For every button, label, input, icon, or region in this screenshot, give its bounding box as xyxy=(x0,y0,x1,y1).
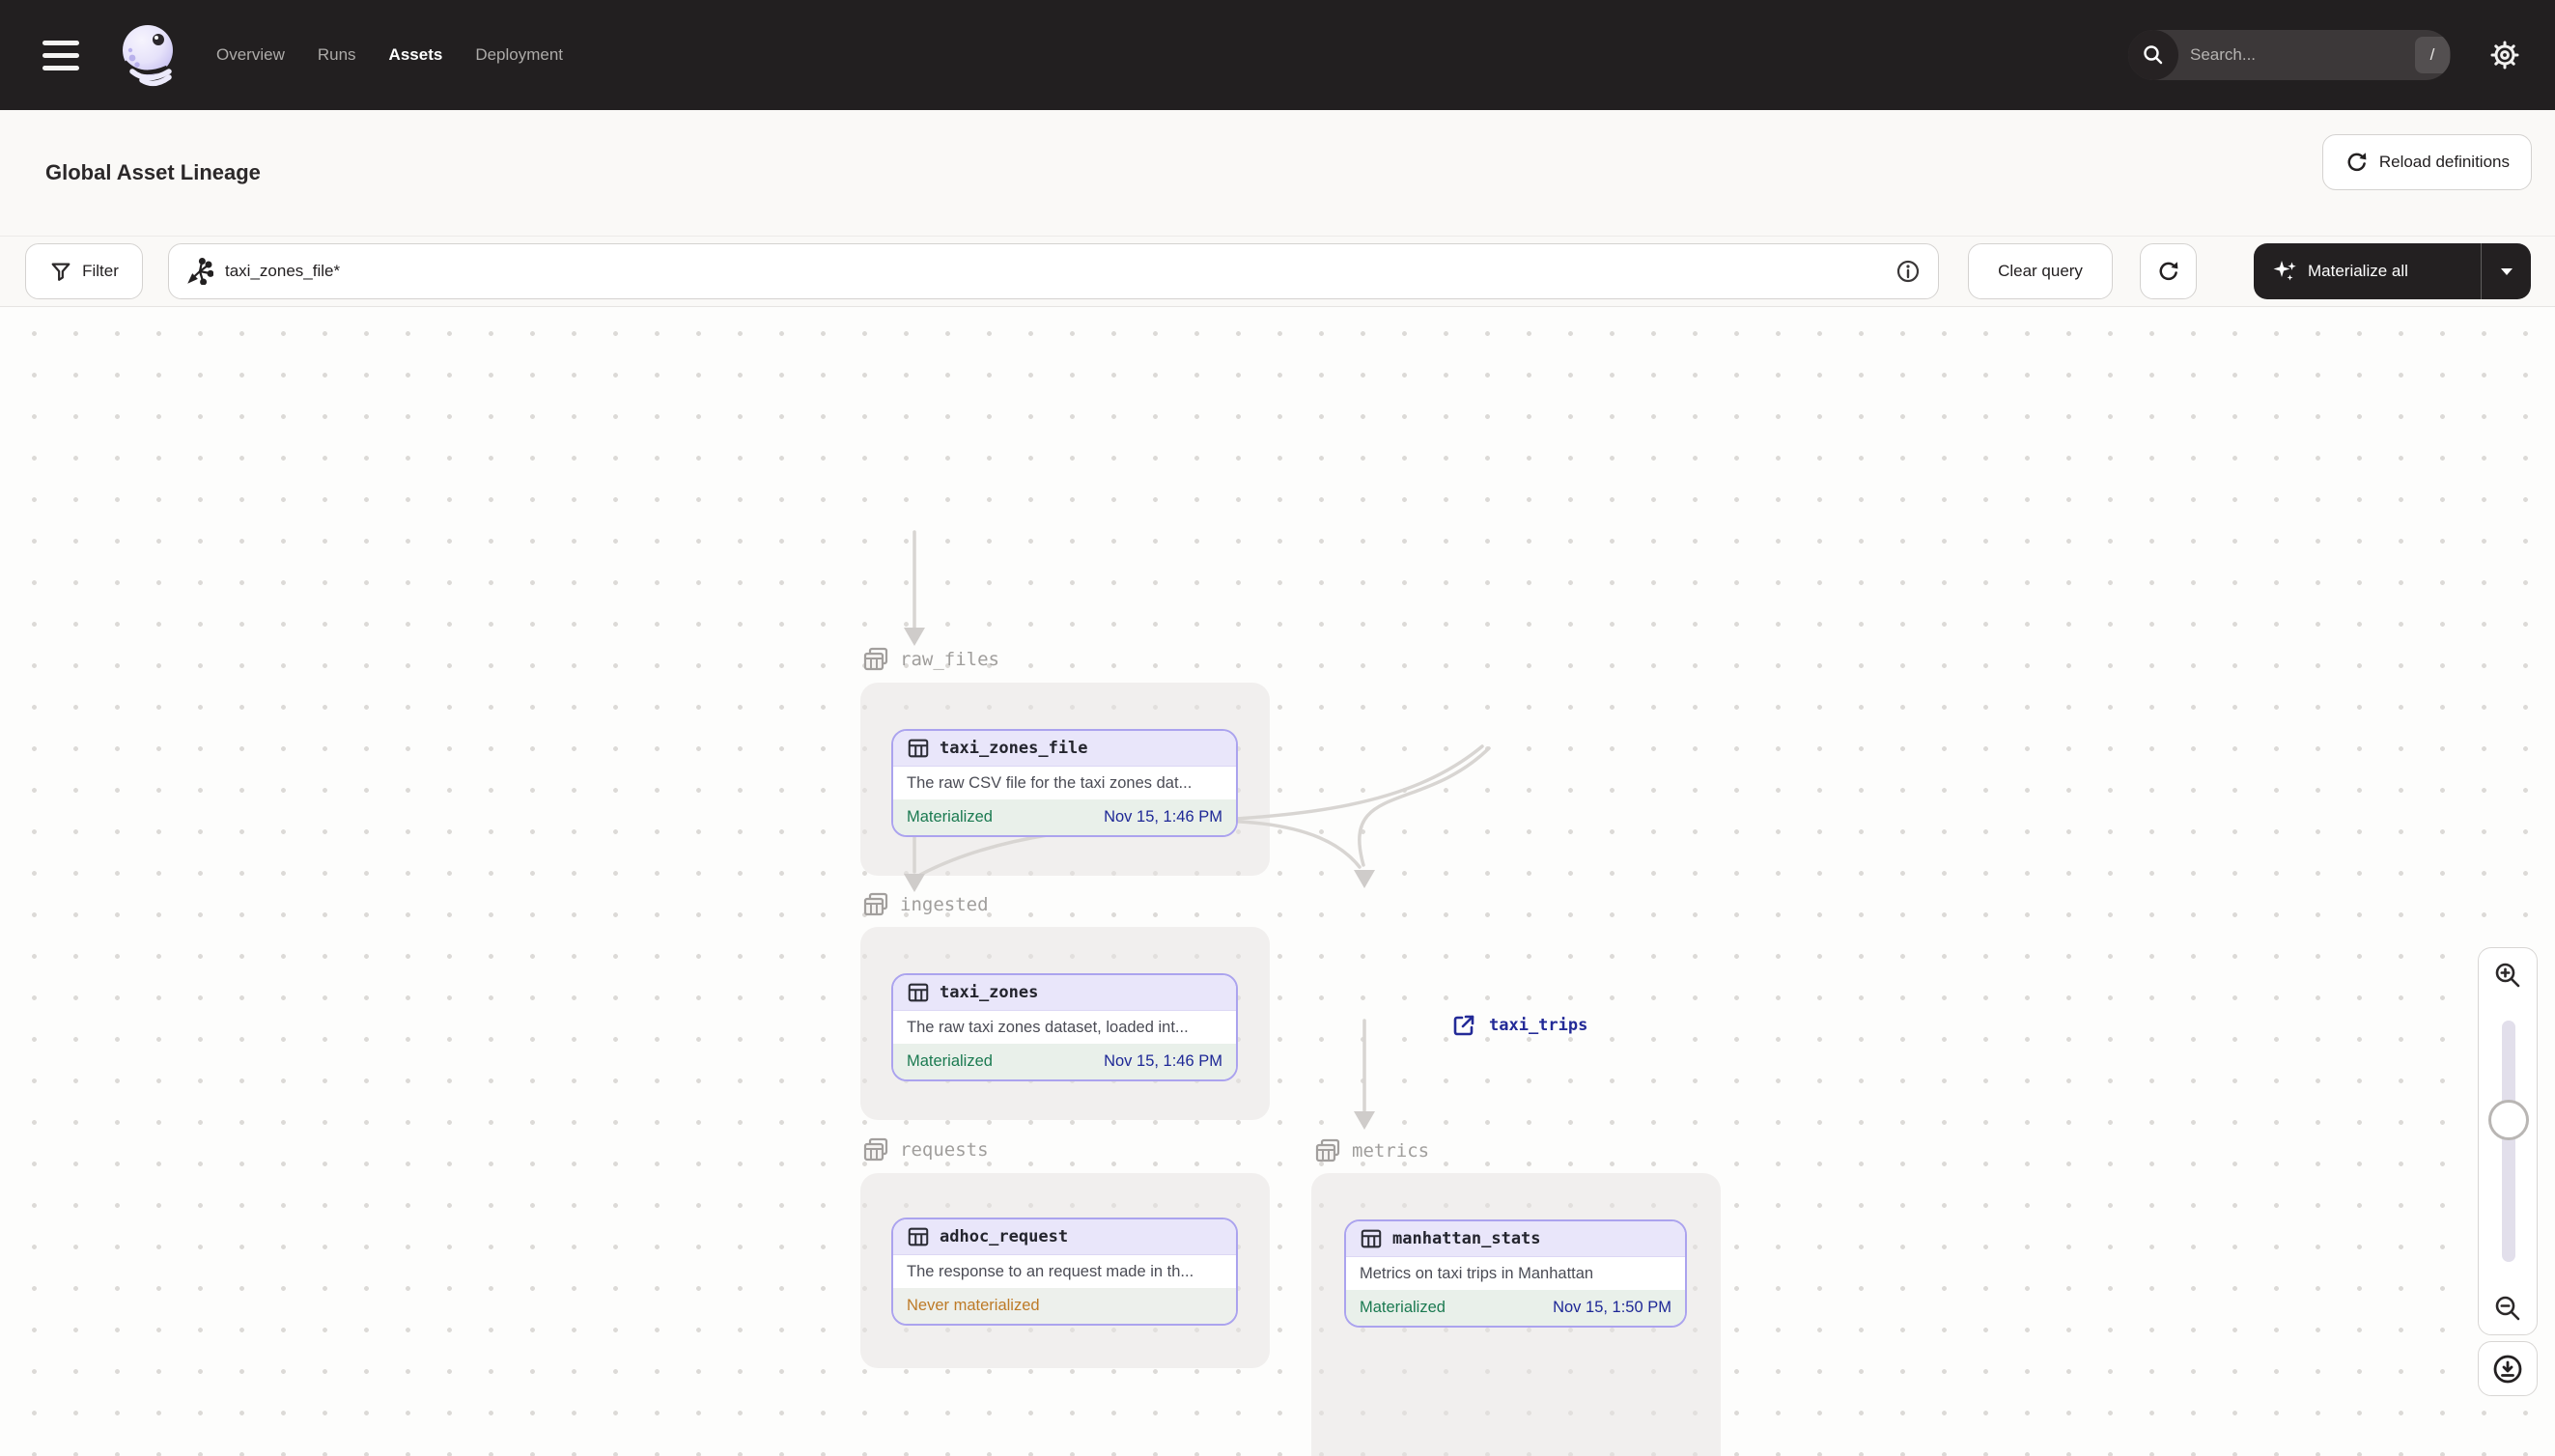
refresh-graph-button[interactable] xyxy=(2140,243,2197,299)
dagster-logo-icon[interactable] xyxy=(100,5,201,105)
asset-query-field[interactable] xyxy=(168,243,1939,299)
caret-down-icon xyxy=(2500,267,2513,275)
table-icon xyxy=(1361,1229,1382,1248)
table-icon xyxy=(908,983,929,1002)
external-link-icon xyxy=(1453,1015,1474,1036)
zoom-slider[interactable] xyxy=(2478,1001,2538,1281)
materialize-all-button[interactable]: Materialize all xyxy=(2254,243,2481,299)
asset-name: taxi_zones_file xyxy=(940,739,1088,758)
nav-right-cluster: / xyxy=(2128,30,2530,80)
asset-name: manhattan_stats xyxy=(1392,1229,1541,1248)
page-header: Global Asset Lineage Reload definitions xyxy=(0,110,2555,237)
search-icon xyxy=(2128,30,2178,80)
status-badge: Materialized xyxy=(1360,1299,1446,1316)
refresh-icon xyxy=(2159,262,2177,281)
asset-group-icon xyxy=(863,892,888,916)
filter-button[interactable]: Filter xyxy=(25,243,143,299)
hamburger-menu-icon[interactable] xyxy=(27,21,95,89)
asset-name: taxi_zones xyxy=(940,983,1039,1002)
edge-taxi-trips-to-manhattan-stats xyxy=(1358,746,1491,867)
search-input[interactable] xyxy=(2178,45,2415,65)
asset-node-taxi-zones-file[interactable]: taxi_zones_file The raw CSV file for the… xyxy=(891,729,1238,837)
materialize-all-split-button: Materialize all xyxy=(2254,243,2531,299)
reload-icon xyxy=(2347,153,2367,172)
table-icon xyxy=(908,739,929,758)
lineage-canvas[interactable]: raw_files ingested requests metrics taxi… xyxy=(0,307,2555,1456)
table-icon xyxy=(908,1227,929,1246)
status-badge: Never materialized xyxy=(907,1297,1040,1314)
filter-funnel-icon xyxy=(51,263,70,281)
asset-description: The raw taxi zones dataset, loaded int..… xyxy=(907,1018,1189,1036)
group-label-ingested[interactable]: ingested xyxy=(861,890,989,919)
nav-links: Overview Runs Assets Deployment xyxy=(214,40,565,70)
lineage-toolbar: Filter Clear query xyxy=(0,237,2555,307)
group-label-requests[interactable]: requests xyxy=(861,1135,989,1164)
zoom-in-button[interactable] xyxy=(2478,947,2538,1002)
nav-link-deployment[interactable]: Deployment xyxy=(473,40,565,70)
asset-name: adhoc_request xyxy=(940,1227,1069,1246)
page-title: Global Asset Lineage xyxy=(45,160,261,184)
asset-group-icon xyxy=(1315,1138,1340,1162)
zoom-slider-track[interactable] xyxy=(2502,1021,2515,1262)
sparkle-icon xyxy=(2273,261,2296,281)
asset-node-manhattan-stats[interactable]: manhattan_stats Metrics on taxi trips in… xyxy=(1344,1219,1687,1328)
canvas-zoom-panel xyxy=(2478,947,2538,1396)
group-label-raw-files[interactable]: raw_files xyxy=(861,645,999,674)
download-image-button[interactable] xyxy=(2478,1341,2538,1396)
asset-node-taxi-zones[interactable]: taxi_zones The raw taxi zones dataset, l… xyxy=(891,973,1238,1081)
materialization-timestamp: Nov 15, 1:46 PM xyxy=(1104,808,1222,826)
query-info-icon[interactable] xyxy=(1895,259,1921,284)
lineage-edges xyxy=(904,530,1491,1130)
external-asset-taxi-trips[interactable]: taxi_trips xyxy=(1450,1012,1587,1039)
status-badge: Materialized xyxy=(907,808,993,826)
asset-group-icon xyxy=(863,647,888,671)
nav-link-overview[interactable]: Overview xyxy=(214,40,287,70)
materialization-timestamp: Nov 15, 1:46 PM xyxy=(1104,1052,1222,1070)
nav-link-assets[interactable]: Assets xyxy=(387,40,445,70)
materialization-timestamp: Nov 15, 1:50 PM xyxy=(1553,1299,1671,1316)
graph-query-icon xyxy=(187,258,213,285)
search-shortcut-badge: / xyxy=(2415,37,2450,73)
clear-query-button[interactable]: Clear query xyxy=(1968,243,2113,299)
group-label-metrics[interactable]: metrics xyxy=(1313,1136,1429,1165)
asset-node-adhoc-request[interactable]: adhoc_request The response to an request… xyxy=(891,1218,1238,1326)
top-nav-bar: Overview Runs Assets Deployment / xyxy=(0,0,2555,110)
nav-link-runs[interactable]: Runs xyxy=(316,40,358,70)
zoom-slider-thumb[interactable] xyxy=(2488,1100,2529,1140)
status-badge: Materialized xyxy=(907,1052,993,1070)
dagster-app: Overview Runs Assets Deployment / xyxy=(0,0,2555,1456)
reload-definitions-button[interactable]: Reload definitions xyxy=(2321,134,2532,190)
asset-description: Metrics on taxi trips in Manhattan xyxy=(1360,1264,1594,1282)
zoom-out-icon xyxy=(2495,1296,2520,1320)
download-icon xyxy=(2493,1355,2522,1383)
zoom-in-icon xyxy=(2495,963,2520,987)
global-search[interactable]: / xyxy=(2128,30,2451,80)
materialize-options-caret[interactable] xyxy=(2481,243,2531,299)
asset-description: The raw CSV file for the taxi zones dat.… xyxy=(907,773,1193,792)
asset-query-input[interactable] xyxy=(225,262,1884,281)
asset-description: The response to an request made in th... xyxy=(907,1262,1194,1280)
settings-gear-icon[interactable] xyxy=(2480,30,2530,80)
asset-group-icon xyxy=(863,1137,888,1162)
zoom-out-button[interactable] xyxy=(2478,1280,2538,1335)
